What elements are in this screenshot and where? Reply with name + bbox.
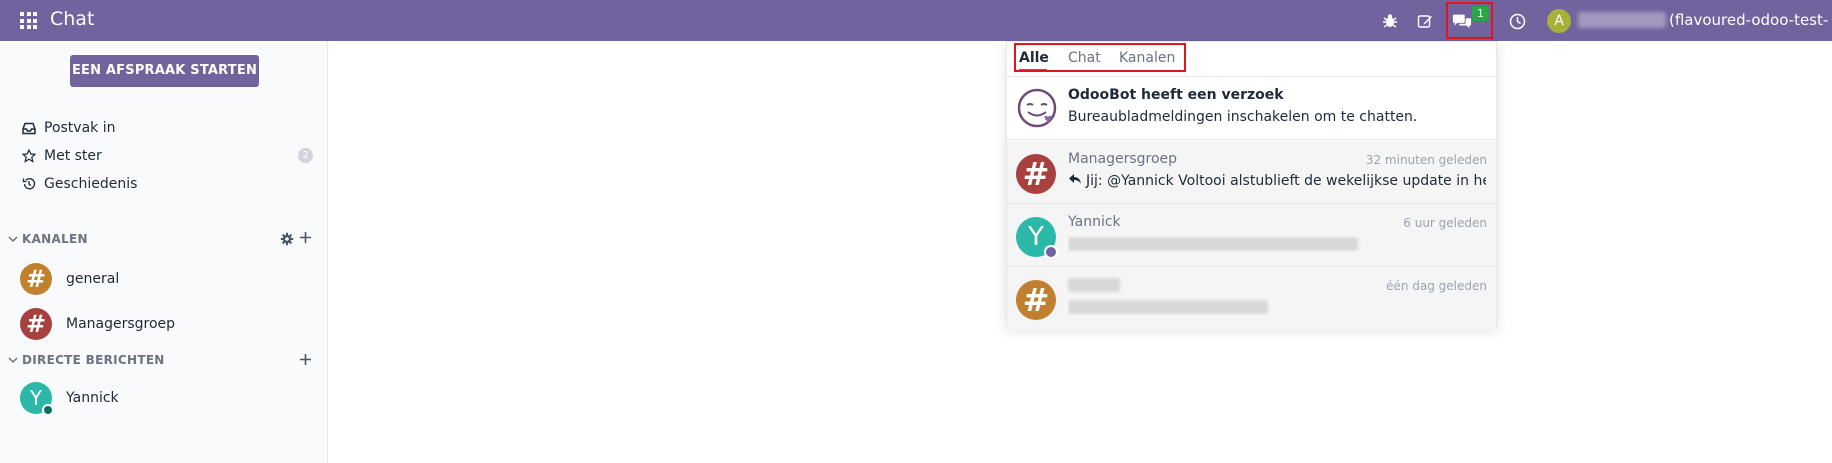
edit-icon[interactable] [1415, 11, 1435, 31]
blurred-text [1068, 300, 1268, 314]
dm-header-label: DIRECTE BERICHTEN [22, 353, 165, 367]
sidebar: EEN AFSPRAAK STARTEN Postvak in Met ster… [0, 41, 328, 463]
top-navbar: Chat 1 A (flavoured-odoo-test-si... [0, 0, 1832, 41]
mailbox-starred[interactable]: Met ster [22, 145, 102, 167]
online-status-dot [42, 404, 54, 416]
channel-label: Managersgroep [66, 316, 176, 332]
notification-preview-text: Jij: @Yannick Voltooi alstublieft de wek… [1086, 173, 1486, 189]
channel-item-general[interactable]: # general [20, 262, 119, 296]
starred-count-badge: 2 [298, 148, 313, 163]
notification-title-blurred [1068, 277, 1120, 293]
dm-item-yannick[interactable]: Y Yannick [20, 381, 119, 416]
mailbox-label: Met ster [44, 148, 102, 164]
mailbox-label: Postvak in [44, 120, 116, 136]
chevron-down-icon [8, 353, 18, 367]
apps-grid-icon[interactable] [20, 12, 37, 29]
dm-label: Yannick [66, 390, 119, 406]
notification-item-general[interactable]: # één dag geleden [1007, 267, 1496, 330]
reply-icon [1068, 173, 1082, 189]
notification-item-odoobot[interactable]: OdooBot heeft een verzoek Bureaubladmeld… [1007, 77, 1496, 140]
notification-time: 6 uur geleden [1403, 216, 1487, 230]
chevron-down-icon [8, 232, 18, 246]
messaging-menu-dropdown: Alle Chat Kanalen OdooBot heeft een verz… [1006, 41, 1497, 330]
mailbox-inbox[interactable]: Postvak in [22, 117, 115, 139]
start-meeting-button[interactable]: EEN AFSPRAAK STARTEN [70, 55, 259, 87]
star-icon [22, 149, 36, 163]
gear-icon[interactable] [280, 231, 294, 250]
user-name-blurred[interactable] [1578, 12, 1666, 28]
odoobot-avatar [1016, 87, 1058, 129]
notification-preview: Bureaubladmeldingen inschakelen om te ch… [1068, 109, 1418, 125]
inbox-icon [22, 121, 36, 135]
notification-preview-blurred [1068, 236, 1486, 252]
avatar-initial: Y [1028, 222, 1044, 252]
channel-item-managersgroep[interactable]: # Managersgroep [20, 307, 175, 341]
chat-icon-highlight [1446, 2, 1493, 39]
notification-item-managersgroep[interactable]: # Managersgroep 32 minuten geleden Jij: … [1007, 141, 1496, 204]
blurred-text [1068, 278, 1120, 292]
avatar-initial: Y [29, 386, 43, 410]
channel-hash-avatar: # [1016, 154, 1056, 194]
channels-header-label: KANALEN [22, 232, 88, 246]
channel-hash-avatar: # [20, 308, 52, 340]
mailbox-history[interactable]: Geschiedenis [22, 173, 137, 195]
notification-preview-blurred [1068, 299, 1486, 315]
channel-hash-avatar: # [1016, 280, 1056, 320]
user-avatar: Y [20, 382, 54, 416]
user-avatar: Y [1016, 217, 1058, 259]
notification-item-yannick[interactable]: Y Yannick 6 uur geleden [1007, 204, 1496, 267]
direct-messages-section-header[interactable]: DIRECTE BERICHTEN [8, 353, 165, 367]
history-icon [22, 177, 36, 191]
bug-icon[interactable] [1380, 11, 1400, 31]
add-channel-icon[interactable] [299, 229, 312, 248]
channel-hash-avatar: # [20, 263, 52, 295]
notification-title: Yannick [1068, 214, 1121, 230]
notification-title: OdooBot heeft een verzoek [1068, 87, 1284, 103]
add-dm-icon[interactable] [299, 351, 312, 370]
user-avatar[interactable]: A [1547, 9, 1571, 33]
channels-section-header[interactable]: KANALEN [8, 232, 88, 246]
notification-title: Managersgroep [1068, 151, 1178, 167]
app-title[interactable]: Chat [50, 8, 94, 30]
channel-label: general [66, 271, 120, 287]
blurred-text [1068, 237, 1358, 251]
status-dot [1044, 245, 1058, 259]
tabs-highlight [1014, 43, 1186, 72]
database-name[interactable]: (flavoured-odoo-test-si... [1669, 11, 1829, 29]
clock-icon[interactable] [1507, 11, 1527, 31]
notification-time: één dag geleden [1386, 279, 1487, 293]
notification-time: 32 minuten geleden [1365, 153, 1487, 167]
mailbox-label: Geschiedenis [44, 176, 138, 192]
notification-preview: Jij: @Yannick Voltooi alstublieft de wek… [1068, 173, 1486, 189]
